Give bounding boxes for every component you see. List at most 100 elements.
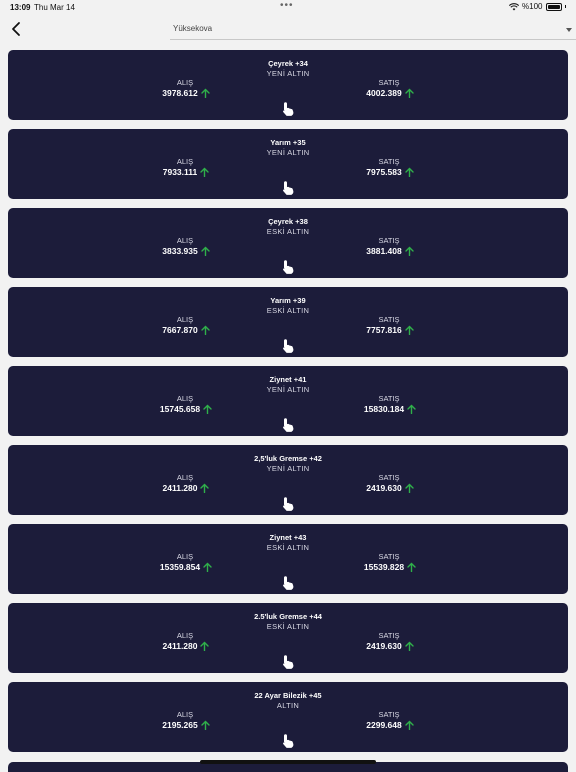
price-card[interactable]: Ziynet +41 YENİ ALTIN ALIŞ SATIŞ 15745.658 15… <box>8 366 568 436</box>
price-card[interactable]: 22 Ayar Bilezik +45 ALTIN ALIŞ SATIŞ 2195.26… <box>8 682 568 752</box>
arrow-up-icon <box>201 720 210 730</box>
buy-label: ALIŞ <box>176 552 194 561</box>
buy-price: 2195.265 <box>126 720 246 730</box>
card-subtitle: YENİ ALTIN <box>266 69 310 78</box>
status-date: Thu Mar 14 <box>34 3 75 12</box>
sell-label: SATIŞ <box>378 394 400 403</box>
sell-price-value: 3881.408 <box>366 246 402 256</box>
arrow-up-icon <box>405 246 414 256</box>
buy-label: ALIŞ <box>176 473 194 482</box>
tap-hand-icon <box>283 260 294 274</box>
tap-hand-icon <box>283 734 294 748</box>
buy-label: ALIŞ <box>176 710 194 719</box>
card-subtitle: ESKİ ALTIN <box>266 622 310 631</box>
sell-price-value: 7757.816 <box>366 325 402 335</box>
price-card[interactable]: 2,5'luk Gremse +42 YENİ ALTIN ALIŞ SATIŞ 241… <box>8 445 568 515</box>
sell-price-value: 15539.828 <box>363 562 405 572</box>
buy-price-value: 2195.265 <box>162 720 198 730</box>
price-card[interactable]: Çeyrek +34 YENİ ALTIN ALIŞ SATIŞ 3978.612 400… <box>8 50 568 120</box>
buy-price-value: 3978.612 <box>162 88 198 98</box>
price-card[interactable]: 2.5'luk Gremse +44 ESKİ ALTIN ALIŞ SATIŞ 241… <box>8 603 568 673</box>
status-time: 13:09 <box>10 3 31 12</box>
buy-label: ALIŞ <box>176 78 194 87</box>
tap-hand-icon <box>283 102 294 116</box>
buy-price-value: 2411.280 <box>162 641 198 651</box>
arrow-up-icon <box>405 325 414 335</box>
card-subtitle: ESKİ ALTIN <box>266 306 310 315</box>
arrow-up-icon <box>201 246 210 256</box>
buy-price: 7933.111 <box>126 167 246 177</box>
price-card[interactable]: Çeyrek +38 ESKİ ALTIN ALIŞ SATIŞ 3833.935 388… <box>8 208 568 278</box>
sell-price: 2419.630 <box>330 641 450 651</box>
buy-price: 3833.935 <box>126 246 246 256</box>
tap-hand-icon <box>283 576 294 590</box>
status-right: %100 <box>509 2 566 11</box>
sell-price: 2419.630 <box>330 483 450 493</box>
sell-price-value: 15830.184 <box>363 404 405 414</box>
card-subtitle: ESKİ ALTIN <box>266 543 310 552</box>
sell-label: SATIŞ <box>378 315 400 324</box>
sell-label: SATIŞ <box>378 631 400 640</box>
arrow-up-icon <box>407 562 416 572</box>
multitasking-dots-icon[interactable]: ••• <box>280 0 294 11</box>
arrow-up-icon <box>200 641 210 651</box>
sell-price: 7975.583 <box>330 167 450 177</box>
card-subtitle: YENİ ALTIN <box>266 385 310 394</box>
card-title: Ziynet +43 <box>269 533 307 542</box>
chevron-down-icon <box>566 28 572 32</box>
arrow-up-icon <box>200 483 210 493</box>
tap-hand-icon <box>283 339 294 353</box>
sell-price-value: 2299.648 <box>366 720 402 730</box>
card-title: Yarım +39 <box>270 296 306 305</box>
battery-icon <box>545 2 562 11</box>
buy-price-value: 15359.854 <box>159 562 201 572</box>
sell-label: SATIŞ <box>378 552 400 561</box>
card-subtitle: ESKİ ALTIN <box>266 227 310 236</box>
arrow-up-icon <box>405 720 414 730</box>
card-title: 22 Ayar Bilezik +45 <box>254 691 322 700</box>
price-card[interactable]: Ziynet +43 ESKİ ALTIN ALIŞ SATIŞ 15359.854 15… <box>8 524 568 594</box>
buy-price: 3978.612 <box>126 88 246 98</box>
location-select[interactable]: Yüksekova <box>170 20 576 40</box>
location-select-value: Yüksekova <box>173 24 213 33</box>
arrow-up-icon <box>201 325 210 335</box>
back-chevron-icon[interactable] <box>8 20 26 38</box>
wifi-icon <box>509 2 520 10</box>
card-title: 2.5'luk Gremse +44 <box>254 612 322 621</box>
sell-price: 7757.816 <box>330 325 450 335</box>
card-title: Çeyrek +34 <box>268 59 308 68</box>
buy-price: 2411.280 <box>126 641 246 651</box>
price-card[interactable]: Yarım +35 YENİ ALTIN ALIŞ SATIŞ 7933.111 7975… <box>8 129 568 199</box>
buy-label: ALIŞ <box>176 236 194 245</box>
buy-price: 15359.854 <box>126 562 246 572</box>
buy-label: ALIŞ <box>176 394 194 403</box>
buy-price-value: 7667.870 <box>162 325 198 335</box>
sell-price: 2299.648 <box>330 720 450 730</box>
card-subtitle: ALTIN <box>276 701 300 710</box>
tap-hand-icon <box>283 181 294 195</box>
buy-price-value: 15745.658 <box>159 404 201 414</box>
sell-label: SATIŞ <box>378 78 400 87</box>
arrow-up-icon <box>203 562 212 572</box>
sell-price-value: 2419.630 <box>366 641 402 651</box>
buy-price: 7667.870 <box>126 325 246 335</box>
arrow-up-icon <box>201 88 210 98</box>
arrow-up-icon <box>407 404 416 414</box>
sell-price-value: 7975.583 <box>366 167 402 177</box>
card-title: Ziynet +41 <box>269 375 307 384</box>
battery-percent: %100 <box>522 2 543 11</box>
buy-price-value: 2411.280 <box>162 483 198 493</box>
buy-price: 15745.658 <box>126 404 246 414</box>
card-title: 2,5'luk Gremse +42 <box>254 454 322 463</box>
tap-hand-icon <box>283 497 294 511</box>
card-title: Çeyrek +38 <box>268 217 308 226</box>
sell-price-value: 4002.389 <box>366 88 402 98</box>
arrow-up-icon <box>203 404 212 414</box>
arrow-up-icon <box>405 641 414 651</box>
home-indicator[interactable] <box>200 760 376 764</box>
arrow-up-icon <box>405 88 414 98</box>
battery-tip <box>564 5 566 8</box>
buy-price-value: 3833.935 <box>162 246 198 256</box>
price-card[interactable]: Yarım +39 ESKİ ALTIN ALIŞ SATIŞ 7667.870 7757… <box>8 287 568 357</box>
tap-hand-icon <box>283 655 294 669</box>
